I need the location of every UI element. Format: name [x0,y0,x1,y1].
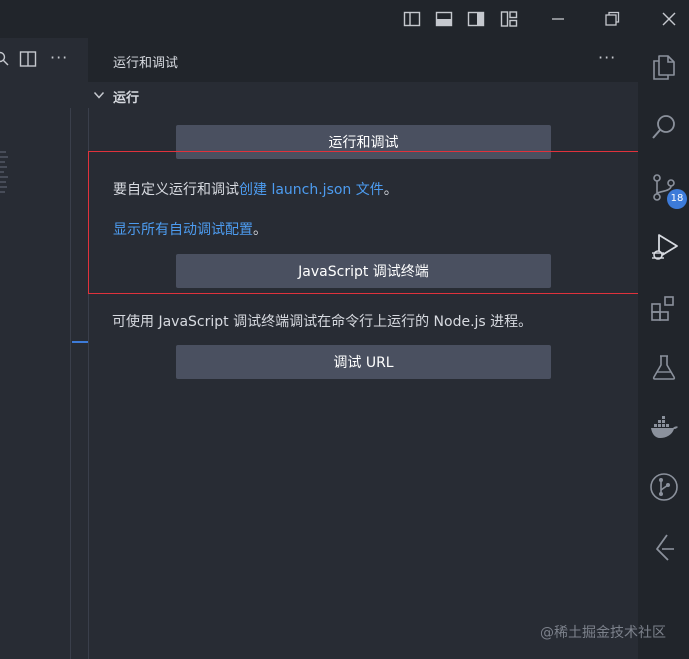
toggle-secondary-sidebar-icon[interactable] [466,9,486,29]
panel-header: 运行和调试 ··· [88,38,638,82]
scm-badge: 18 [667,189,687,209]
content-border [88,108,89,659]
restore-window-icon[interactable] [602,9,622,29]
javascript-debug-terminal-button[interactable]: JavaScript 调试终端 [176,254,551,288]
testing-icon[interactable] [648,351,680,383]
js-terminal-description: 可使用 JavaScript 调试终端调试在命令行上运行的 Node.js 进程… [112,314,533,330]
show-configs-suffix: 。 [253,222,267,238]
remote-explorer-icon[interactable] [648,531,680,563]
docker-icon[interactable] [648,411,680,443]
customize-layout-icon[interactable] [499,9,519,29]
explorer-icon[interactable] [648,51,680,83]
split-editor-icon[interactable] [19,50,37,68]
toggle-panel-icon[interactable] [434,9,454,29]
search-icon[interactable] [0,51,10,67]
custom-config-suffix: 。 [383,182,398,198]
minimap [0,148,8,218]
create-launch-json-link[interactable]: 创建 launch.json 文件 [239,182,384,198]
editor-area: ··· [0,38,88,659]
custom-config-prefix: 要自定义运行和调试 [113,182,239,198]
toggle-primary-sidebar-icon[interactable] [402,9,422,29]
extensions-icon[interactable] [648,291,680,323]
editor-toolbar: ··· [0,38,88,80]
section-title: 运行 [113,91,140,106]
title-bar [0,0,689,38]
editor-more-icon[interactable]: ··· [50,48,68,67]
close-window-icon[interactable] [659,9,679,29]
indent-guide [70,108,71,659]
show-configs-text: 显示所有自动调试配置。 [113,219,267,239]
watermark: @稀土掘金技术社区 [540,625,666,641]
chevron-down-icon [93,91,105,99]
run-and-debug-button[interactable]: 运行和调试 [176,125,551,159]
run-debug-icon[interactable] [648,231,680,263]
minimize-window-icon[interactable] [548,9,568,29]
section-header-run[interactable] [88,82,638,108]
debug-url-button[interactable]: 调试 URL [176,345,551,379]
panel-more-icon[interactable]: ··· [598,48,616,67]
custom-config-text: 要自定义运行和调试创建 launch.json 文件。 [113,179,398,199]
run-debug-panel: 运行和调试 ··· 运行 运行和调试 要自定义运行和调试创建 launch.js… [88,38,638,659]
panel-title: 运行和调试 [113,56,179,71]
show-all-configs-link[interactable]: 显示所有自动调试配置 [113,222,253,238]
git-graph-icon[interactable] [648,471,680,503]
activity-bar [638,38,689,659]
active-sash [72,341,88,343]
search-icon[interactable] [648,111,680,143]
